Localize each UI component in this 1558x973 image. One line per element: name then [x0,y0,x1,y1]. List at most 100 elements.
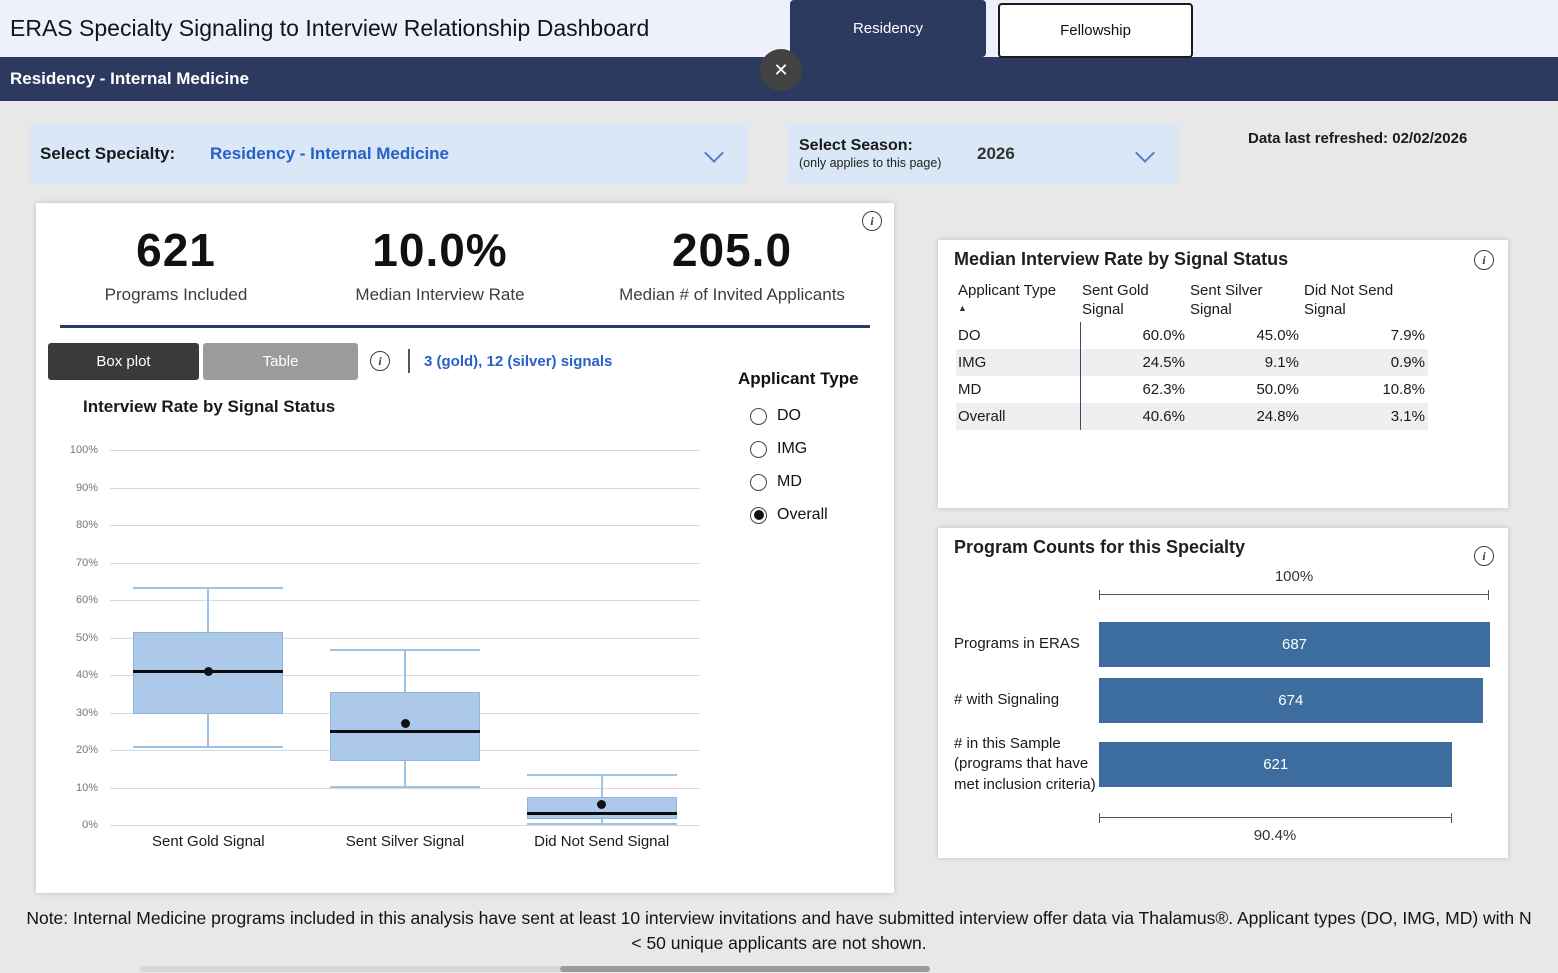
radio-label: DO [777,407,801,425]
y-axis-tick-label: 100% [70,444,98,456]
radio-label: Overall [777,506,828,524]
table-cell-value: 62.3% [1080,376,1188,403]
applicant-type-title: Applicant Type [738,369,859,389]
table-row: DO60.0%45.0%7.9% [956,322,1428,349]
x-axis-category-label: Sent Gold Signal [118,833,298,850]
boxplot-title: Interview Rate by Signal Status [83,397,335,417]
sort-ascending-icon: ▲ [958,303,1072,314]
horizontal-scrollbar[interactable] [140,966,930,972]
chevron-down-icon[interactable] [1135,143,1155,163]
gridline [110,525,700,526]
y-axis-tick-label: 0% [82,819,98,831]
program-count-bar-track: 687 [1099,622,1490,667]
y-axis-tick-label: 80% [76,519,98,531]
table-cell-value: 60.0% [1080,322,1188,349]
program-count-value: 674 [1278,692,1303,709]
season-dropdown[interactable]: Select Season: (only applies to this pag… [787,124,1178,184]
kpi-block: 205.0Median # of Invited Applicants [576,223,888,305]
column-header[interactable]: Did Not Send Signal [1302,280,1428,322]
table-cell-value: 9.1% [1188,354,1302,371]
chevron-down-icon[interactable] [704,143,724,163]
tab-fellowship[interactable]: Fellowship [998,3,1193,58]
table-cell-value: 40.6% [1080,403,1188,430]
info-icon[interactable] [370,351,390,371]
column-header[interactable]: Sent Gold Signal [1080,280,1188,322]
program-count-bar: 687 [1099,622,1490,667]
radio-label: IMG [777,440,807,458]
table-cell-value: 45.0% [1188,327,1302,344]
subheader-title: Residency - Internal Medicine [10,69,249,89]
radio-button [750,408,767,425]
program-count-label: # in this Sample (programs that have met… [954,734,1099,795]
gridline [110,563,700,564]
boxplot-whisker-cap [527,823,677,825]
info-icon[interactable] [1474,250,1494,270]
gridline [110,450,700,451]
table-cell-applicant-type: IMG [956,354,1080,371]
season-sublabel: (only applies to this page) [799,156,941,172]
radio-option-img[interactable]: IMG [750,438,828,460]
median-rate-title: Median Interview Rate by Signal Status [954,249,1288,270]
close-icon: ✕ [773,60,788,81]
program-count-value: 621 [1263,756,1288,773]
kpi-block: 10.0% Median Interview Rate [314,223,566,305]
specialty-value: Residency - Internal Medicine [210,144,449,164]
specialty-dropdown[interactable]: Select Specialty: Residency - Internal M… [30,124,747,184]
kpi-label: Median # of Invited Applicants [576,285,888,305]
table-cell-value: 24.8% [1188,408,1302,425]
gridline [110,488,700,489]
top-bracket-label: 100% [1254,568,1334,585]
program-count-row: # with Signaling 674 [954,678,1490,723]
program-count-bar: 621 [1099,742,1452,787]
program-counts-panel: Program Counts for this Specialty 100% P… [938,528,1508,858]
kpi-label: Median Interview Rate [314,285,566,305]
signals-note: 3 (gold), 12 (silver) signals [424,343,612,380]
last-refreshed-text: Data last refreshed: 02/02/2026 [1248,130,1467,147]
radio-option-do[interactable]: DO [750,405,828,427]
season-label: Select Season: [799,136,941,156]
y-axis-tick-label: 10% [76,782,98,794]
boxplot-mean-dot [401,719,410,728]
column-header[interactable]: Sent Silver Signal [1188,280,1302,322]
kpi-value: 621 [46,223,306,277]
table-view-button[interactable]: Table [203,343,358,380]
radio-button [750,507,767,524]
tab-residency[interactable]: Residency [790,0,986,57]
boxplot-mean-dot [204,667,213,676]
season-value: 2026 [977,144,1015,164]
boxplot-whisker-cap [330,786,480,788]
close-button[interactable]: ✕ [760,49,802,91]
boxplot-view-button[interactable]: Box plot [48,343,199,380]
top-bracket [1099,590,1489,600]
kpi-divider [60,325,870,328]
y-axis-tick-label: 60% [76,594,98,606]
boxplot-mean-dot [597,800,606,809]
boxplot-card: 621Programs Included10.0%Median Intervie… [36,203,894,893]
season-label-group: Select Season: (only applies to this pag… [799,136,941,172]
table-cell-applicant-type: Overall [956,408,1080,425]
boxplot-whisker-cap [527,774,677,776]
median-table-header: Applicant Type▲Sent Gold SignalSent Silv… [956,280,1428,322]
boxplot-whisker-cap [330,649,480,651]
table-cell-value: 10.8% [1302,381,1428,398]
boxplot-median-line [527,812,677,815]
y-axis-tick-label: 30% [76,707,98,719]
gridline [110,825,700,826]
radio-option-overall[interactable]: Overall [750,504,828,526]
vertical-divider [408,349,410,373]
program-count-label: # with Signaling [954,690,1099,710]
gridline [110,600,700,601]
info-icon[interactable] [1474,546,1494,566]
radio-option-md[interactable]: MD [750,471,828,493]
boxplot-median-line [330,730,480,733]
footnote-text: Note: Internal Medicine programs include… [24,906,1534,957]
program-count-row: Programs in ERAS687 [954,622,1490,667]
kpi-value: 10.0% [314,223,566,277]
scrollbar-thumb[interactable] [560,966,930,972]
table-cell-applicant-type: DO [956,327,1080,344]
column-header[interactable]: Applicant Type▲ [956,280,1080,322]
x-axis-category-label: Did Not Send Signal [512,833,692,850]
y-axis-tick-label: 90% [76,482,98,494]
table-cell-value: 7.9% [1302,327,1428,344]
program-counts-rows: Programs in ERAS687# with Signaling674# … [954,622,1490,806]
